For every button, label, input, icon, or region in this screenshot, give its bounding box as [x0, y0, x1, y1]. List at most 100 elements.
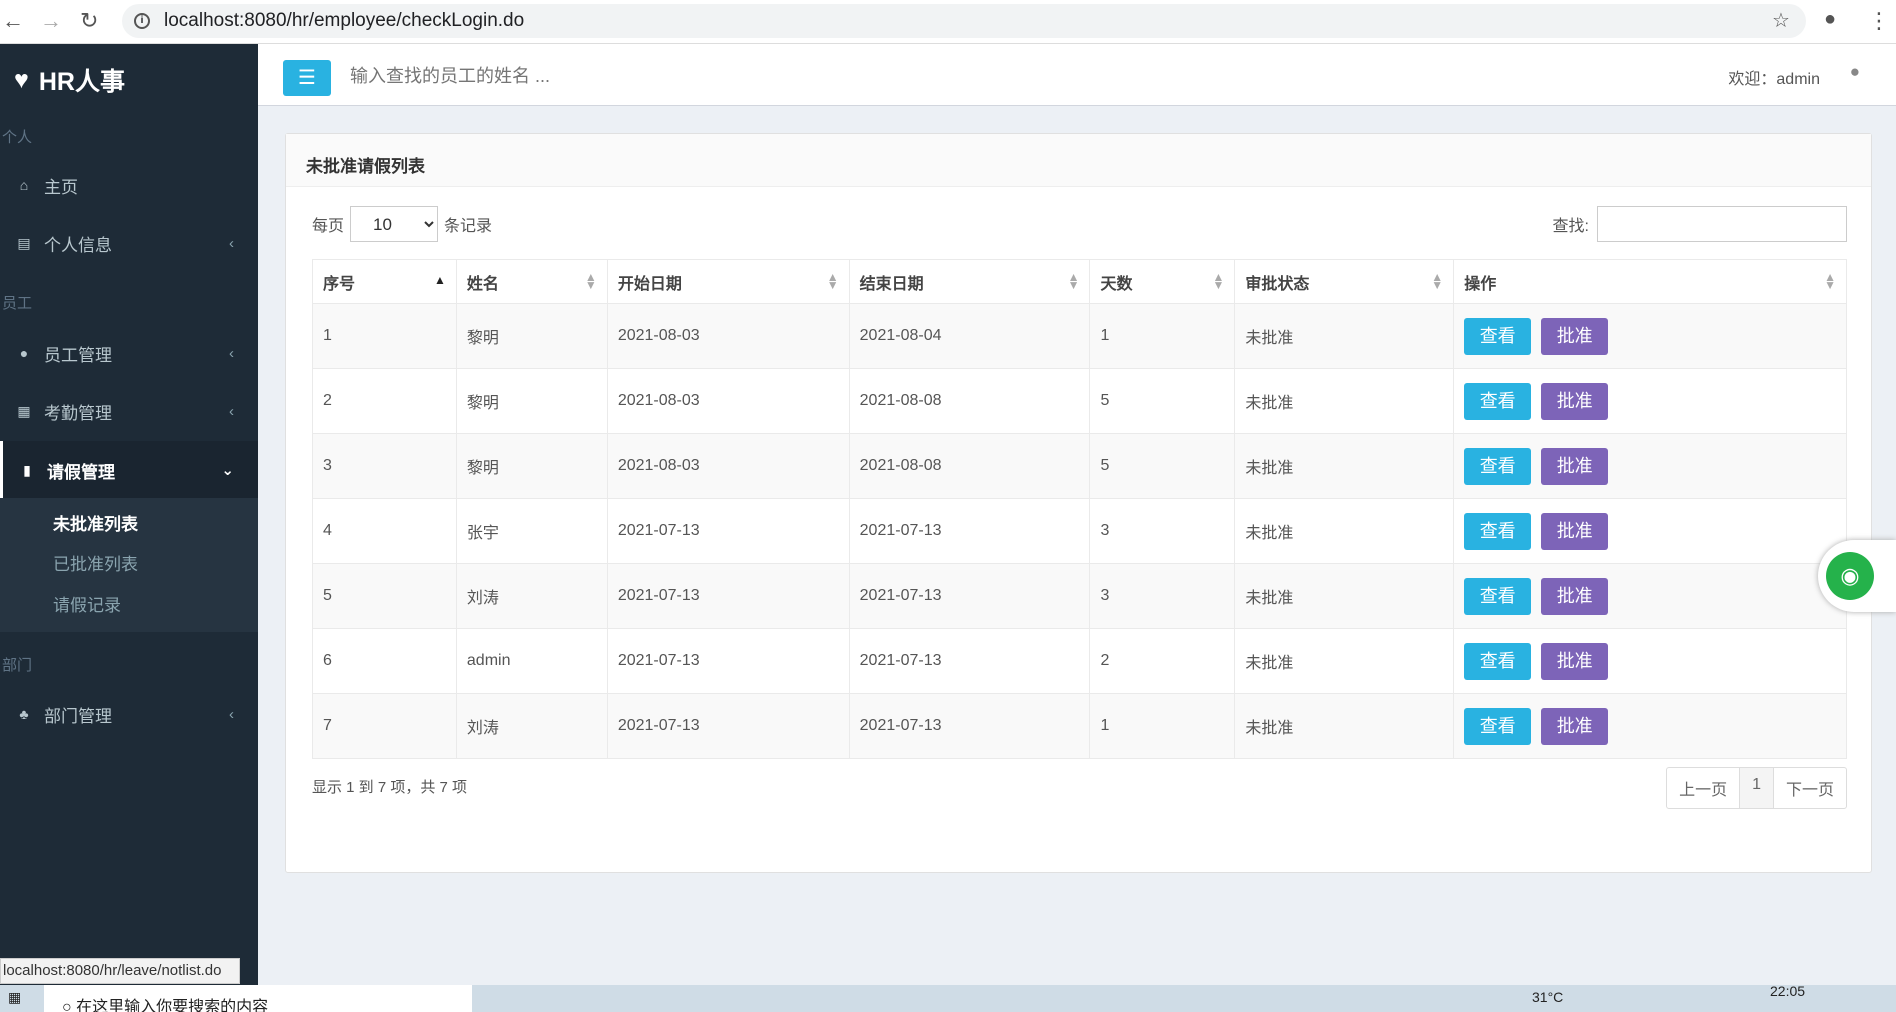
reload-icon[interactable]: ↻: [80, 8, 98, 34]
view-button[interactable]: 查看: [1464, 317, 1532, 355]
sidebar-item-employee[interactable]: ● 员工管理 ‹: [0, 324, 258, 382]
address-bar[interactable]: i localhost:8080/hr/employee/checkLogin.d…: [122, 4, 1806, 38]
sidebar-item-leave[interactable]: ▮ 请假管理 ⌄: [0, 441, 258, 499]
user-icon: ●: [19, 345, 29, 361]
menu-icon[interactable]: ⋮: [1868, 8, 1890, 34]
view-button[interactable]: 查看: [1464, 512, 1532, 550]
view-button[interactable]: 查看: [1464, 577, 1532, 615]
label: 部门管理: [44, 706, 112, 726]
column-label: 结束日期: [859, 275, 924, 293]
prev-page-button[interactable]: 上一页: [1667, 768, 1741, 808]
view-button[interactable]: 查看: [1464, 447, 1532, 485]
column-header[interactable]: 操作 ▲ ▼: [1453, 259, 1847, 304]
column-label: 天数: [1100, 275, 1133, 293]
table-cell: 黎明: [455, 368, 608, 434]
approve-button[interactable]: 批准: [1541, 512, 1609, 550]
id-card-icon: ▤: [17, 234, 31, 251]
label: 主页: [44, 177, 78, 197]
table-row: 6 admin 2021-07-13 2021-07-13 2 未批准 查看 批准: [312, 628, 1847, 694]
view-button[interactable]: 查看: [1464, 382, 1532, 420]
label: 个人信息: [44, 235, 112, 255]
windows-start-icon[interactable]: ▦: [8, 989, 21, 1006]
table-cell: 2021-08-08: [848, 433, 1091, 499]
clock: 22:05: [1770, 983, 1806, 999]
table-row: 4 张宇 2021-07-13 2021-07-13 3 未批准 查看 批准: [312, 498, 1847, 564]
approve-button[interactable]: 批准: [1541, 317, 1609, 355]
table-cell: 7: [312, 693, 457, 759]
search-icon: ○: [62, 999, 77, 1012]
table-cell: 黎明: [455, 433, 608, 499]
page-length-control: 每页 10 条记录: [312, 206, 492, 242]
table-cell: admin: [455, 628, 608, 694]
chevron-left-icon: ‹: [229, 344, 234, 362]
sort-icon: ▲ ▼: [1212, 270, 1225, 292]
approve-button[interactable]: 批准: [1541, 577, 1609, 615]
column-header[interactable]: 序号 ▲: [312, 259, 457, 304]
forward-icon[interactable]: →: [40, 8, 62, 34]
section-label: 员工: [2, 295, 33, 312]
section-label: 部门: [2, 657, 33, 674]
table-cell: 2021-07-13: [848, 563, 1091, 629]
profile-icon[interactable]: ●: [1824, 8, 1836, 31]
table-search-input[interactable]: [1597, 206, 1847, 242]
per-page-label: 每页: [312, 218, 345, 235]
next-page-button[interactable]: 下一页: [1774, 768, 1846, 808]
info-icon[interactable]: i: [134, 13, 150, 29]
table-cell: 未批准: [1234, 368, 1455, 434]
table-cell: 2021-08-03: [606, 303, 850, 369]
wifi-widget[interactable]: ◉: [1818, 540, 1896, 612]
view-button[interactable]: 查看: [1464, 642, 1532, 680]
heartbeat-icon: ♥: [14, 65, 29, 94]
column-header[interactable]: 审批状态 ▲ ▼: [1234, 259, 1455, 304]
star-icon[interactable]: ☆: [1772, 8, 1790, 33]
column-label: 姓名: [466, 275, 499, 293]
actions-cell: 查看 批准: [1453, 693, 1847, 759]
temperature: 31°C: [1532, 989, 1564, 1005]
status-bar-url: localhost:8080/hr/leave/notlist.do: [0, 958, 240, 984]
user-icon[interactable]: ●: [1850, 62, 1860, 82]
sidebar-item-personal-info[interactable]: ▤ 个人信息 ‹: [0, 214, 258, 272]
table-cell: 1: [312, 303, 457, 369]
table-cell: 2021-07-13: [848, 498, 1091, 564]
column-header[interactable]: 开始日期 ▲ ▼: [606, 259, 850, 304]
employee-search-input[interactable]: [350, 62, 750, 90]
table-info: 显示 1 到 7 项，共 7 项: [312, 779, 468, 796]
column-header[interactable]: 天数 ▲ ▼: [1089, 259, 1236, 304]
table-cell: 2: [312, 368, 457, 434]
sort-icon: ▲ ▼: [1431, 270, 1444, 292]
logo[interactable]: ♥ HR人事: [14, 62, 125, 98]
table-cell: 2021-07-13: [606, 498, 850, 564]
sidebar-item-department[interactable]: ♣ 部门管理 ‹: [0, 685, 258, 743]
table-cell: 2021-08-08: [848, 368, 1091, 434]
sort-icon: ▲ ▼: [1824, 270, 1836, 292]
column-header[interactable]: 结束日期 ▲ ▼: [848, 259, 1091, 304]
column-label: 开始日期: [617, 275, 682, 293]
page-1-button[interactable]: 1: [1740, 768, 1774, 808]
approve-button[interactable]: 批准: [1541, 707, 1609, 745]
approve-button[interactable]: 批准: [1541, 382, 1609, 420]
submenu-approved[interactable]: 已批准列表: [53, 550, 138, 575]
sort-icon: ▲ ▼: [1067, 270, 1080, 292]
page-length-select[interactable]: 10: [350, 206, 439, 242]
column-header[interactable]: 姓名 ▲ ▼: [455, 259, 608, 304]
section-label: 个人: [2, 129, 33, 146]
table-cell: 2021-07-13: [848, 628, 1091, 694]
calendar-icon: ▦: [17, 402, 31, 419]
sidebar-item-attendance[interactable]: ▦ 考勤管理 ‹: [0, 382, 258, 440]
back-icon[interactable]: ←: [2, 8, 24, 34]
sidebar-toggle-button[interactable]: ☰: [283, 60, 331, 96]
submenu-leave-records[interactable]: 请假记录: [53, 591, 121, 616]
approve-button[interactable]: 批准: [1541, 447, 1609, 485]
chevron-down-icon: ⌄: [221, 462, 234, 479]
url-text: localhost:8080/hr/employee/checkLogin.do: [164, 10, 525, 31]
taskbar-search[interactable]: ○ 在这里输入你要搜索的内容: [44, 985, 472, 1012]
chevron-left-icon: ‹: [229, 234, 234, 252]
column-label: 序号: [323, 275, 356, 293]
submenu-unapproved[interactable]: 未批准列表: [53, 510, 138, 535]
chevron-left-icon: ‹: [229, 705, 234, 723]
sidebar-item-home[interactable]: ⌂ 主页: [0, 156, 258, 214]
sort-icon: ▲ ▼: [826, 270, 839, 292]
table-cell: 刘涛: [455, 693, 608, 759]
view-button[interactable]: 查看: [1464, 707, 1532, 745]
approve-button[interactable]: 批准: [1541, 642, 1609, 680]
